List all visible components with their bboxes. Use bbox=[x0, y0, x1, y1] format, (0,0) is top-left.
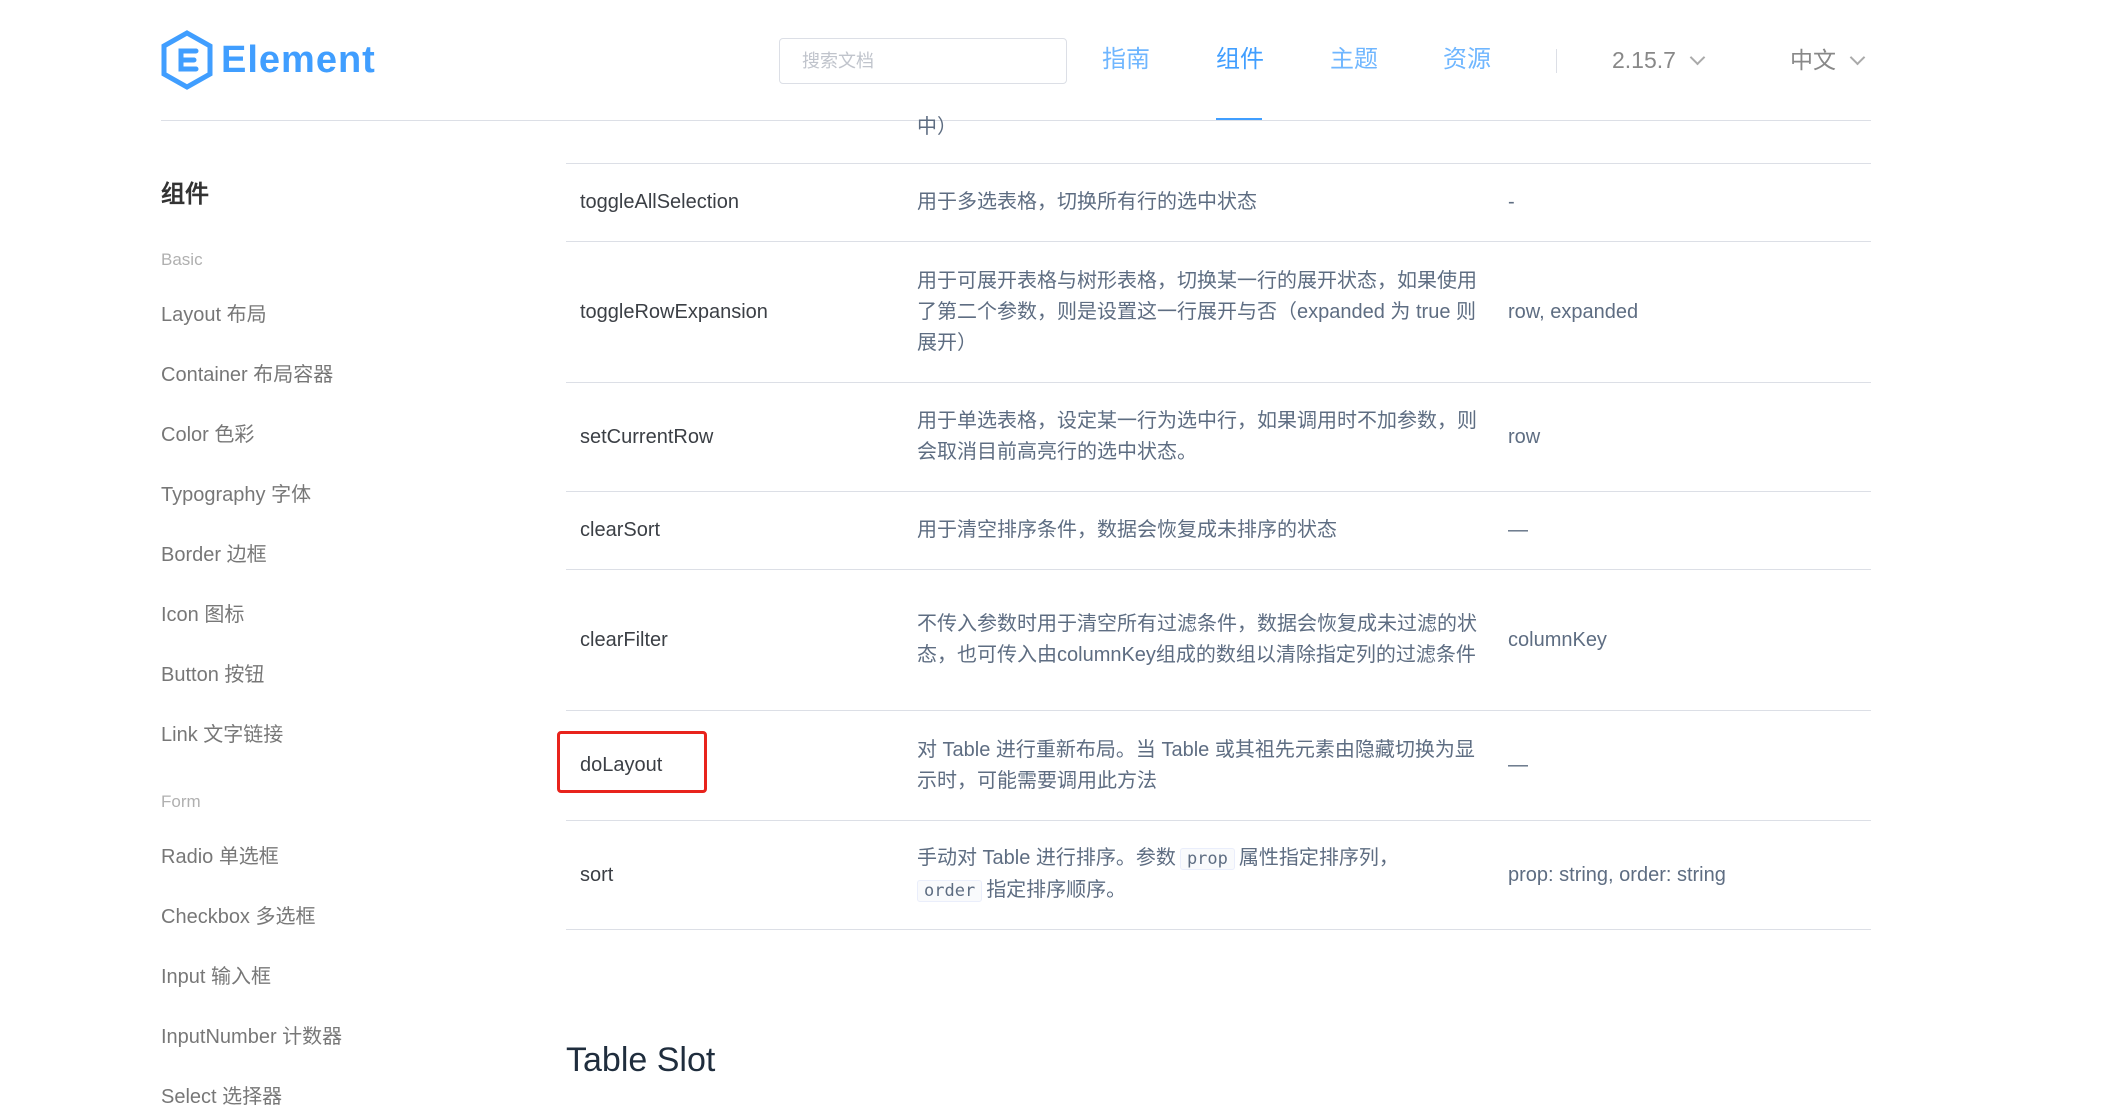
sidebar-item-select[interactable]: Select 选择器 bbox=[161, 1080, 282, 1109]
element-logo-icon bbox=[161, 30, 213, 90]
sidebar-item-container[interactable]: Container 布局容器 bbox=[161, 358, 333, 387]
desc-text: 手动对 Table 进行排序。参数 prop 属性指定排序列， order 指定排序顺序… bbox=[917, 843, 1399, 907]
table-cell-method: clearFilter bbox=[580, 628, 668, 651]
sidebar-item-typography[interactable]: Typography 字体 bbox=[161, 478, 311, 507]
table-row: doLayout 对 Table 进行重新布局。当 Table 或其祖先元素由隐… bbox=[566, 711, 1871, 821]
sidebar-group-basic: Basic bbox=[161, 250, 203, 269]
table-cell-params: prop: string, order: string bbox=[1508, 863, 1726, 886]
table-row: clearSort 用于清空排序条件，数据会恢复成未排序的状态 — bbox=[566, 492, 1871, 570]
sidebar-item-border[interactable]: Border 边框 bbox=[161, 538, 267, 567]
chevron-down-icon bbox=[1849, 49, 1866, 65]
nav-component[interactable]: 组件 bbox=[1216, 30, 1264, 90]
version-dropdown[interactable]: 2.15.7 bbox=[1612, 30, 1706, 90]
version-label: 2.15.7 bbox=[1612, 47, 1676, 73]
nav-separator bbox=[1556, 49, 1557, 73]
header-divider bbox=[161, 120, 1871, 121]
table-cell-params: row, expanded bbox=[1508, 300, 1639, 323]
section-title: Table Slot bbox=[566, 1041, 716, 1079]
sidebar-title: 组件 bbox=[161, 181, 209, 208]
table-cell-desc: 用于清空排序条件，数据会恢复成未排序的状态 bbox=[917, 519, 1337, 541]
table-cell-params: — bbox=[1508, 754, 1528, 776]
nav-resource[interactable]: 资源 bbox=[1443, 30, 1491, 90]
table-cell-params: - bbox=[1508, 191, 1515, 213]
desc-text-part: 指定排序顺序。 bbox=[986, 879, 1127, 901]
table-cell-desc: 用于单选表格，设定某一行为选中行，如果调用时不加参数，则会取消目前高亮行的选中状… bbox=[917, 410, 1477, 463]
sidebar-item-inputnumber[interactable]: InputNumber 计数器 bbox=[161, 1020, 342, 1049]
table-row: toggleRowExpansion 用于可展开表格与树形表格，切换某一行的展开… bbox=[566, 242, 1871, 383]
nav-guide[interactable]: 指南 bbox=[1102, 30, 1150, 90]
table-cell-desc: 手动对 Table 进行排序。参数 prop 属性指定排序列， order 指定排序顺序… bbox=[917, 821, 1477, 929]
table-cell-desc: 对 Table 进行重新布局。当 Table 或其祖先元素由隐藏切换为显示时，可… bbox=[917, 738, 1475, 792]
highlight-box bbox=[557, 731, 707, 793]
table-row: clearFilter 不传入参数时用于清空所有过滤条件，数据会恢复成未过滤的状… bbox=[566, 570, 1871, 711]
desc-text-part: 属性指定排序列， bbox=[1238, 847, 1399, 869]
sidebar-item-icon[interactable]: Icon 图标 bbox=[161, 598, 244, 627]
table-cell-params: columnKey bbox=[1508, 628, 1607, 651]
table-cell-desc: 不传入参数时用于清空所有过滤条件，数据会恢复成未过滤的状态，也可传入由colum… bbox=[917, 613, 1477, 666]
code-order: order bbox=[917, 880, 983, 902]
nav-theme[interactable]: 主题 bbox=[1330, 30, 1378, 90]
table-cell-desc: 中） bbox=[917, 116, 957, 138]
sidebar-item-checkbox[interactable]: Checkbox 多选框 bbox=[161, 900, 316, 929]
sidebar-item-color[interactable]: Color 色彩 bbox=[161, 418, 254, 447]
sidebar-item-link[interactable]: Link 文字链接 bbox=[161, 718, 283, 747]
table-row: setCurrentRow 用于单选表格，设定某一行为选中行，如果调用时不加参数… bbox=[566, 383, 1871, 492]
sidebar-item-input[interactable]: Input 输入框 bbox=[161, 960, 271, 989]
table-cell-method: toggleRowExpansion bbox=[580, 300, 768, 323]
chevron-down-icon bbox=[1689, 49, 1706, 65]
table-cell-method: sort bbox=[580, 863, 614, 886]
logo-text: Element bbox=[221, 38, 376, 81]
language-label: 中文 bbox=[1790, 47, 1836, 73]
table-cell-desc: 用于多选表格，切换所有行的选中状态 bbox=[917, 191, 1257, 213]
language-dropdown[interactable]: 中文 bbox=[1790, 30, 1866, 90]
search-input[interactable] bbox=[779, 38, 1067, 84]
table-cell-desc: 用于可展开表格与树形表格，切换某一行的展开状态，如果使用了第二个参数，则是设置这… bbox=[917, 269, 1477, 354]
sidebar-item-radio[interactable]: Radio 单选框 bbox=[161, 840, 279, 869]
sidebar-item-button[interactable]: Button 按钮 bbox=[161, 658, 264, 687]
sidebar: 组件 Basic Layout 布局 Container 布局容器 Color … bbox=[161, 122, 481, 1108]
code-prop: prop bbox=[1179, 848, 1235, 870]
sidebar-item-layout[interactable]: Layout 布局 bbox=[161, 298, 267, 327]
table-cell-method: toggleAllSelection bbox=[580, 191, 739, 213]
logo[interactable]: Element bbox=[161, 30, 376, 90]
table-cell-method: clearSort bbox=[580, 519, 661, 541]
table-cell-params: — bbox=[1508, 519, 1528, 541]
table-row: 中） bbox=[566, 116, 1871, 164]
desc-text-part: 手动对 Table 进行排序。参数 bbox=[917, 847, 1176, 869]
table-cell-method: setCurrentRow bbox=[580, 425, 714, 448]
sidebar-group-form: Form bbox=[161, 792, 201, 811]
table-cell-params: row bbox=[1508, 425, 1541, 448]
site-header: Element 指南 组件 主题 资源 2.15.7 中文 bbox=[0, 0, 2123, 122]
table-row: sort 手动对 Table 进行排序。参数 prop 属性指定排序列， order 指… bbox=[566, 821, 1871, 930]
table-row: toggleAllSelection 用于多选表格，切换所有行的选中状态 - bbox=[566, 164, 1871, 242]
